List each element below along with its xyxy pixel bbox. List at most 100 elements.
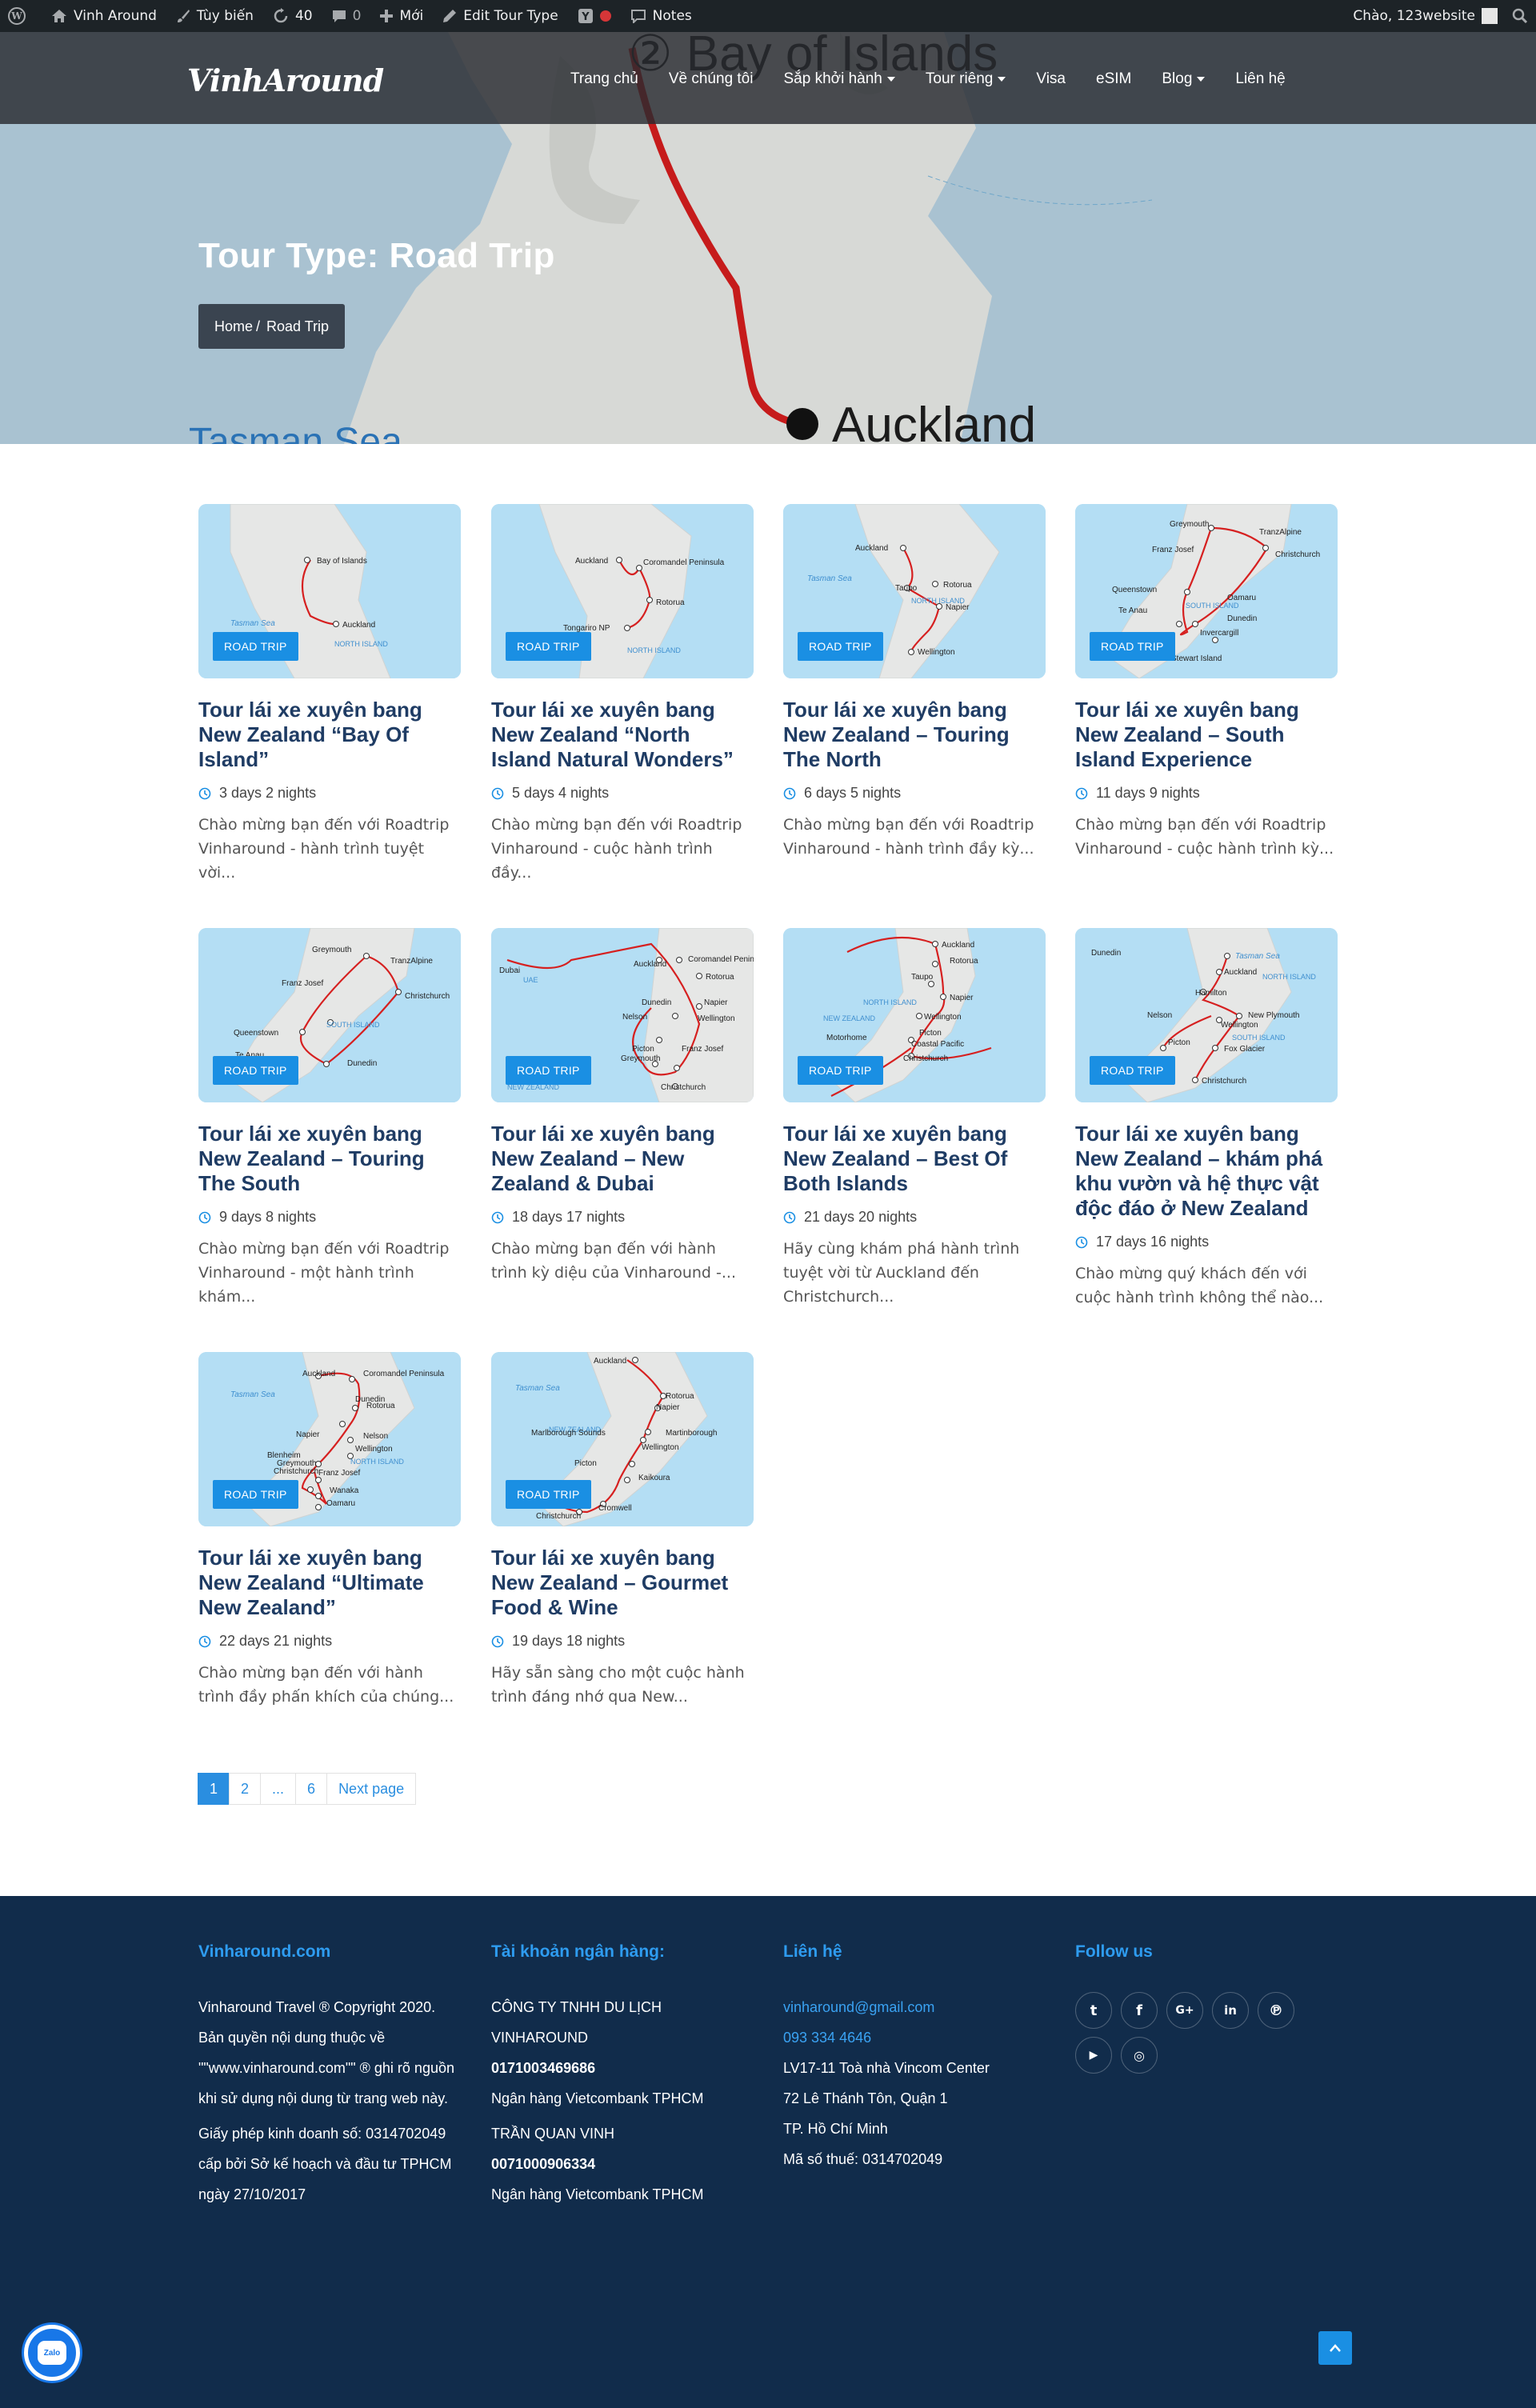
tour-duration: 6 days 5 nights <box>783 785 1046 802</box>
nav-item-private-tours[interactable]: Tour riêng <box>926 70 1006 88</box>
site-logo[interactable]: VinhAround <box>187 62 384 98</box>
linkedin-icon[interactable]: in <box>1212 1992 1249 2029</box>
comments-link[interactable]: 0 <box>332 8 361 24</box>
road-trip-badge[interactable]: ROAD TRIP <box>798 1056 883 1085</box>
tour-card[interactable]: Auckland Taupo Rotorua Napier Wellington Tasm… <box>783 504 1046 861</box>
map-label: Christchurch <box>903 1054 948 1063</box>
tour-title[interactable]: Tour lái xe xuyên bang New Zealand – Sou… <box>1075 698 1338 772</box>
tour-thumbnail[interactable]: Greymouth TranzAlpine Franz Josef Christchu… <box>1075 504 1338 678</box>
road-trip-badge[interactable]: ROAD TRIP <box>506 1056 591 1085</box>
site-name-menu[interactable]: Vinh Around <box>51 8 157 24</box>
tour-duration: 5 days 4 nights <box>491 785 754 802</box>
page-link-6[interactable]: 6 <box>295 1773 328 1805</box>
tour-card[interactable]: Auckland Coromandel Peninsula Tasman Sea Ro… <box>198 1352 461 1709</box>
tour-card[interactable]: Tasman Sea Auckland Hamilton New Plymouth Ne… <box>1075 928 1338 1310</box>
road-trip-badge[interactable]: ROAD TRIP <box>506 632 591 661</box>
tour-card[interactable]: DubaiUAE Auckland Coromandel Peninsula Roto… <box>491 928 754 1285</box>
pinterest-icon[interactable]: ℗ <box>1258 1992 1294 2029</box>
tour-thumbnail[interactable]: Auckland Rotorua Taupo Napier Wellington Pict… <box>783 928 1046 1102</box>
facebook-icon[interactable]: f <box>1121 1992 1158 2029</box>
twitter-icon[interactable]: t <box>1075 1992 1112 2029</box>
footer-phone-link[interactable]: 093 334 4646 <box>783 2022 1047 2053</box>
tour-title[interactable]: Tour lái xe xuyên bang New Zealand “Ulti… <box>198 1546 461 1620</box>
customize-link[interactable]: Tùy biến <box>176 8 254 24</box>
tour-title[interactable]: Tour lái xe xuyên bang New Zealand – Gou… <box>491 1546 754 1620</box>
nav-item-visa[interactable]: Visa <box>1036 70 1066 88</box>
tour-thumbnail[interactable]: Auckland Taupo Rotorua Napier Wellington Tasm… <box>783 504 1046 678</box>
page-link-2[interactable]: 2 <box>229 1773 262 1805</box>
plus-icon <box>380 10 394 22</box>
tour-thumbnail[interactable]: Greymouth TranzAlpine Franz Josef Christchu… <box>198 928 461 1102</box>
avatar[interactable] <box>1482 8 1498 24</box>
chevron-down-icon <box>886 76 895 82</box>
back-to-top-button[interactable] <box>1318 2331 1352 2365</box>
map-label: Franz Josef <box>682 1045 723 1054</box>
tour-title[interactable]: Tour lái xe xuyên bang New Zealand – New… <box>491 1122 754 1196</box>
tour-title[interactable]: Tour lái xe xuyên bang New Zealand – Tou… <box>783 698 1046 772</box>
youtube-icon[interactable]: ▶ <box>1075 2037 1112 2074</box>
tour-thumbnail[interactable]: Auckland Coromandel Peninsula Tasman Sea Ro… <box>198 1352 461 1526</box>
footer-contact: Liên hệ vinharound@gmail.com 093 334 464… <box>783 1942 1047 2174</box>
tour-duration-text: 19 days 18 nights <box>512 1633 626 1649</box>
search-icon[interactable] <box>1512 8 1528 24</box>
map-label: Taupo <box>911 973 934 982</box>
wp-admin-bar: W Vinh Around Tùy biến 40 0 Mới Edit Tou… <box>0 0 1536 32</box>
road-trip-badge[interactable]: ROAD TRIP <box>506 1480 591 1509</box>
road-trip-badge[interactable]: ROAD TRIP <box>1090 632 1175 661</box>
nav-item-blog[interactable]: Blog <box>1162 70 1206 88</box>
tour-duration: 22 days 21 nights <box>198 1633 461 1650</box>
tour-duration: 18 days 17 nights <box>491 1209 754 1226</box>
next-page-link[interactable]: Next page <box>326 1773 417 1805</box>
tour-thumbnail[interactable]: Auckland Coromandel Peninsula Rotorua Tonga… <box>491 504 754 678</box>
road-trip-badge[interactable]: ROAD TRIP <box>213 1480 298 1509</box>
tour-card[interactable]: Greymouth TranzAlpine Franz Josef Christchu… <box>198 928 461 1309</box>
road-trip-badge[interactable]: ROAD TRIP <box>213 1056 298 1085</box>
map-label: Tasman Sea <box>807 574 852 583</box>
wordpress-menu[interactable]: W <box>8 7 32 25</box>
updates-link[interactable]: 40 <box>273 8 313 24</box>
nav-item-upcoming[interactable]: Sắp khởi hành <box>783 70 895 88</box>
tour-excerpt: Chào mừng bạn đến với Roadtrip Vinharoun… <box>198 1240 450 1306</box>
tour-thumbnail[interactable]: Auckland Tasman Sea Rotorua Napier NEW ZEALA… <box>491 1352 754 1526</box>
wordpress-icon: W <box>8 7 26 25</box>
google-plus-icon[interactable]: G+ <box>1166 1992 1203 2029</box>
map-label: Wellington <box>924 1013 962 1022</box>
yoast-menu[interactable]: Y <box>578 8 611 24</box>
nav-item-contact[interactable]: Liên hệ <box>1235 70 1285 88</box>
nav-item-home[interactable]: Trang chủ <box>570 70 638 88</box>
new-content-link[interactable]: Mới <box>380 8 423 24</box>
notes-link[interactable]: Notes <box>630 8 692 24</box>
nav-item-esim[interactable]: eSIM <box>1096 70 1131 88</box>
footer-email-link[interactable]: vinharound@gmail.com <box>783 1992 1047 2022</box>
tour-title[interactable]: Tour lái xe xuyên bang New Zealand – khá… <box>1075 1122 1338 1221</box>
road-trip-badge[interactable]: ROAD TRIP <box>798 632 883 661</box>
map-label: Coromandel Peninsula <box>363 1370 445 1378</box>
tour-card[interactable]: Auckland Rotorua Taupo Napier Wellington Pict… <box>783 928 1046 1309</box>
road-trip-badge[interactable]: ROAD TRIP <box>1090 1056 1175 1085</box>
tour-card[interactable]: Auckland Tasman Sea Rotorua Napier NEW ZEALA… <box>491 1352 754 1709</box>
tour-card[interactable]: Greymouth TranzAlpine Franz Josef Christchu… <box>1075 504 1338 861</box>
tour-duration: 3 days 2 nights <box>198 785 461 802</box>
tour-thumbnail[interactable]: DubaiUAE Auckland Coromandel Peninsula Roto… <box>491 928 754 1102</box>
tour-thumbnail[interactable]: Bay of Islands Auckland Tasman Sea NORTH IS… <box>198 504 461 678</box>
tour-title[interactable]: Tour lái xe xuyên bang New Zealand – Tou… <box>198 1122 461 1196</box>
tour-card[interactable]: Bay of Islands Auckland Tasman Sea NORTH IS… <box>198 504 461 885</box>
user-greeting[interactable]: Chào, 123website <box>1353 8 1475 24</box>
page-link-1[interactable]: 1 <box>198 1773 230 1805</box>
tour-title[interactable]: Tour lái xe xuyên bang New Zealand “Nort… <box>491 698 754 772</box>
tour-title[interactable]: Tour lái xe xuyên bang New Zealand – Bes… <box>783 1122 1046 1196</box>
road-trip-badge[interactable]: ROAD TRIP <box>213 632 298 661</box>
nav-item-about[interactable]: Về chúng tôi <box>669 70 754 88</box>
edit-tour-type-link[interactable]: Edit Tour Type <box>442 8 558 24</box>
tour-thumbnail[interactable]: Tasman Sea Auckland Hamilton New Plymouth Ne… <box>1075 928 1338 1102</box>
admin-bar-right: Chào, 123website <box>1353 8 1528 24</box>
tour-card[interactable]: Auckland Coromandel Peninsula Rotorua Tonga… <box>491 504 754 885</box>
breadcrumb-home-link[interactable]: Home <box>214 318 253 335</box>
instagram-icon[interactable]: ◎ <box>1121 2037 1158 2074</box>
footer-person: TRẦN QUAN VINH <box>491 2126 615 2142</box>
zalo-chat-button[interactable]: Zalo <box>24 2325 80 2381</box>
footer-address-2: 72 Lê Thánh Tôn, Quận 1 <box>783 2090 948 2106</box>
map-label: Franz Josef <box>282 979 323 988</box>
tour-title[interactable]: Tour lái xe xuyên bang New Zealand “Bay … <box>198 698 461 772</box>
new-label: Mới <box>399 8 424 24</box>
